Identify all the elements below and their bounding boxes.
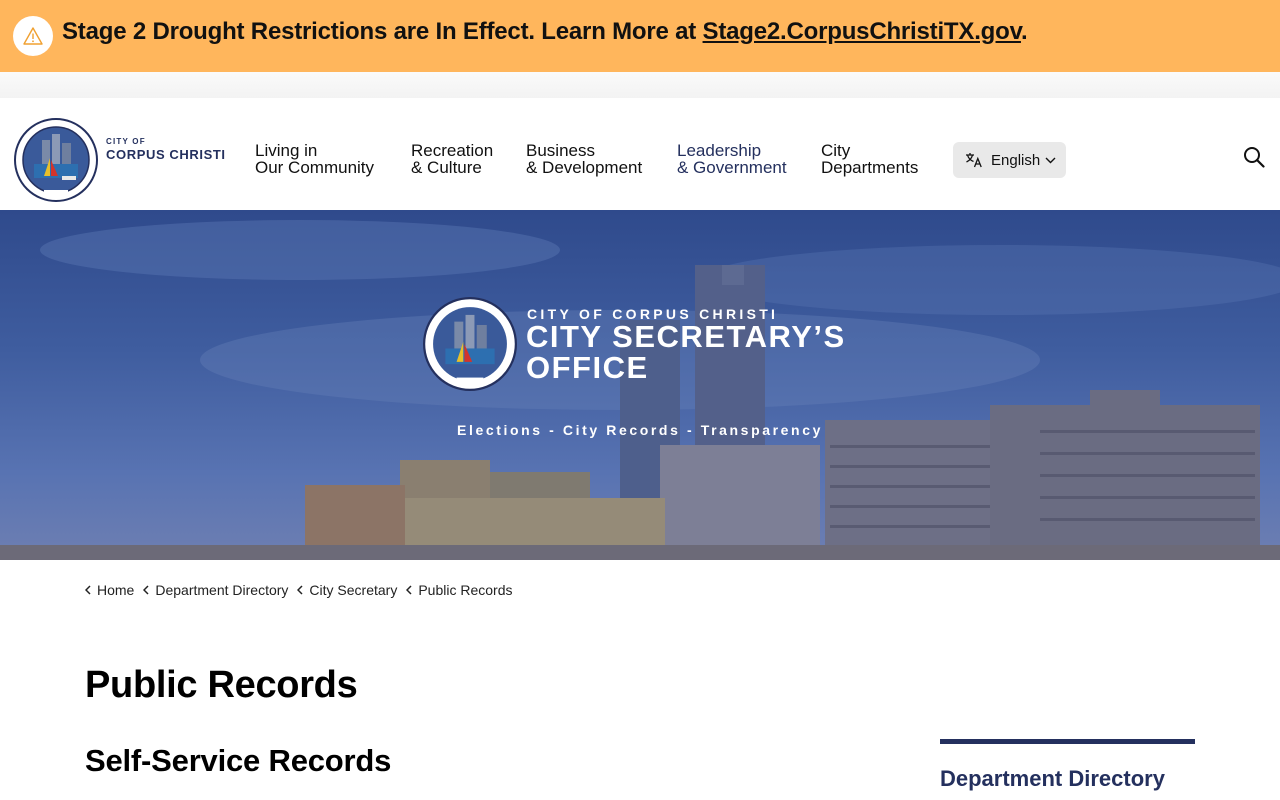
logo-line-2: CORPUS CHRISTI	[106, 147, 226, 162]
breadcrumb-home[interactable]: Home	[85, 582, 134, 598]
breadcrumb-label: Public Records	[418, 582, 513, 598]
nav-label-line-1: Leadership	[677, 141, 762, 160]
hero-tagline: Elections - City Records - Transparency	[457, 422, 823, 438]
translate-icon	[965, 152, 983, 168]
site-header: CITY OF CORPUS CHRISTI Living in Our Com…	[0, 98, 1280, 210]
chevron-left-icon	[297, 585, 303, 595]
nav-label-line-1: Business	[526, 141, 595, 160]
alert-prefix: Stage 2 Drought Restrictions are In Effe…	[62, 18, 703, 45]
breadcrumb-label: City Secretary	[309, 582, 398, 598]
nav-business-development[interactable]: Business & Development	[526, 142, 642, 176]
search-icon[interactable]	[1243, 146, 1267, 170]
breadcrumb-label: Home	[97, 582, 135, 598]
nav-living-in-our-community[interactable]: Living in Our Community	[255, 142, 374, 176]
hero-title: CITY SECRETARY’S OFFICE	[526, 319, 846, 385]
warning-triangle-icon	[13, 16, 53, 56]
breadcrumb-department-directory[interactable]: Department Directory	[143, 582, 288, 598]
logo-line-1: CITY OF	[106, 137, 146, 146]
nav-label-line-2: Departments	[821, 158, 919, 177]
chevron-left-icon	[85, 585, 91, 595]
breadcrumb: Home Department Directory City Secretary…	[85, 582, 521, 598]
nav-label-line-1: Recreation	[411, 141, 494, 160]
breadcrumb-public-records[interactable]: Public Records	[406, 582, 512, 598]
sidebar-accent-bar	[940, 739, 1195, 744]
chevron-left-icon	[143, 585, 149, 595]
alert-suffix: .	[1020, 18, 1028, 45]
drought-alert-banner: Stage 2 Drought Restrictions are In Effe…	[0, 0, 1280, 72]
section-title: Self-Service Records	[85, 743, 392, 778]
nav-label-line-1: Living in	[255, 141, 318, 160]
hero-banner: CITY OF CORPUS CHRISTI CITY SECRETARY’S …	[0, 210, 1280, 560]
breadcrumb-label: Department Directory	[155, 582, 289, 598]
nav-label-line-2: & Government	[677, 158, 787, 177]
nav-label-line-2: Our Community	[255, 158, 375, 177]
page-title: Public Records	[85, 664, 358, 706]
nav-label-line-2: & Culture	[411, 158, 482, 177]
nav-label-line-1: City	[821, 141, 851, 160]
breadcrumb-city-secretary[interactable]: City Secretary	[297, 582, 397, 598]
nav-label-line-2: & Development	[526, 158, 643, 177]
chevron-left-icon	[406, 585, 412, 595]
language-selector[interactable]: English	[953, 142, 1066, 178]
header-divider	[0, 72, 1280, 98]
alert-message: Stage 2 Drought Restrictions are In Effe…	[62, 18, 1028, 46]
skyline-background-image	[0, 220, 1280, 560]
nav-city-departments[interactable]: City Departments	[821, 142, 918, 176]
nav-recreation-culture[interactable]: Recreation & Culture	[411, 142, 493, 176]
sidebar-department-directory-link[interactable]: Department Directory	[940, 766, 1165, 792]
hero-city-seal	[423, 297, 517, 391]
city-name-logotype[interactable]: CITY OF CORPUS CHRISTI	[106, 137, 226, 162]
alert-link[interactable]: Stage2.CorpusChristiTX.gov	[703, 18, 1022, 45]
nav-leadership-government[interactable]: Leadership & Government	[677, 142, 787, 176]
chevron-down-icon	[1045, 157, 1056, 164]
language-label: English	[991, 151, 1041, 169]
city-seal-logo[interactable]	[14, 118, 98, 202]
